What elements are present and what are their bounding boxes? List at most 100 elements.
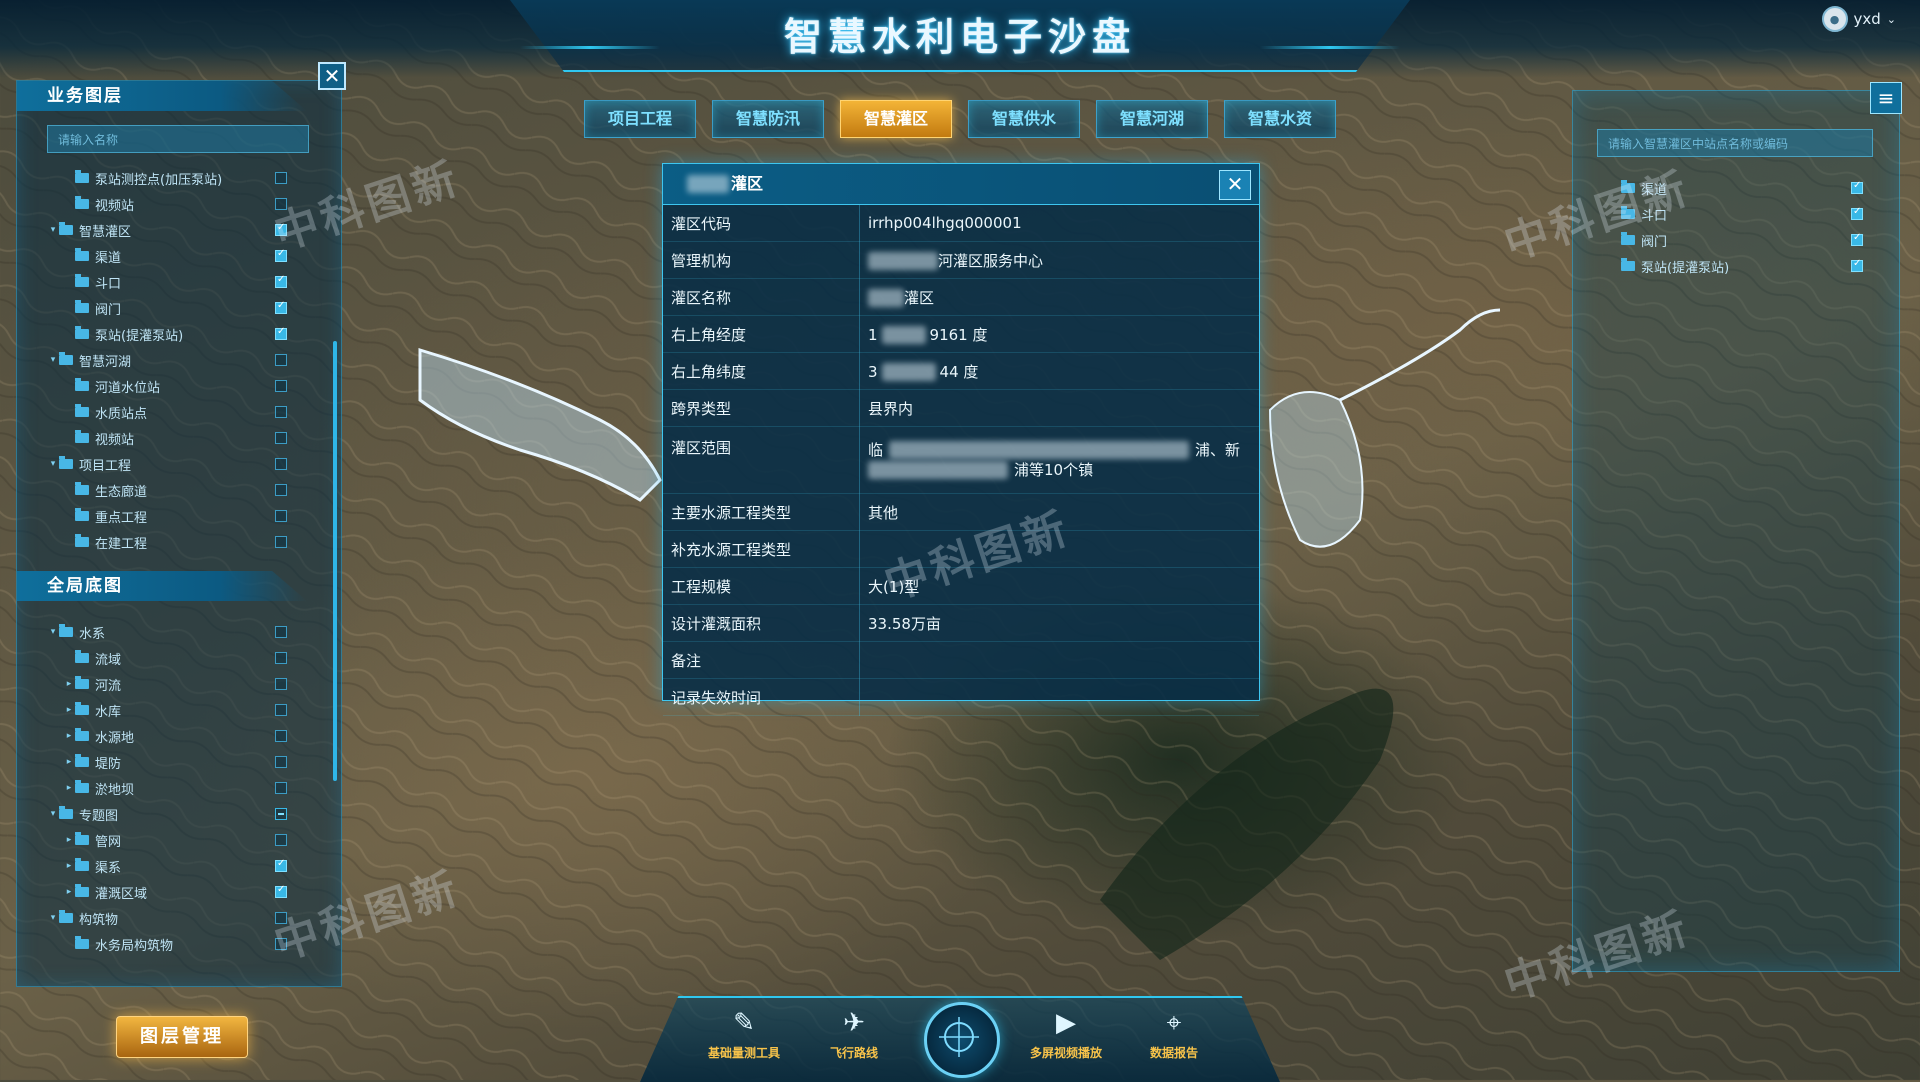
layer-checkbox[interactable] [275, 858, 287, 872]
layer-checkbox[interactable] [275, 354, 287, 366]
caret-down-icon[interactable]: ▾ [47, 809, 59, 819]
caret-right-icon[interactable]: ▸ [63, 705, 75, 715]
table-row: 跨界类型 县界内 [663, 389, 1259, 427]
layer-checkbox[interactable] [275, 274, 287, 288]
layer-checkbox[interactable] [275, 652, 287, 664]
caret-down-icon[interactable]: ▾ [47, 459, 59, 469]
layer-search-input[interactable]: 请输入名称 [47, 125, 309, 153]
layer-checkbox[interactable] [275, 458, 287, 470]
data-report-button[interactable]: ⌖ 数据报告 [1124, 1006, 1224, 1061]
layer-checkbox[interactable] [275, 704, 287, 716]
tab-irrigation[interactable]: 智慧灌区 [840, 100, 952, 138]
layer-checkbox[interactable] [275, 510, 287, 522]
popup-title: 灌区 [731, 174, 764, 193]
tree-item[interactable]: ▸ 淤地坝 [17, 775, 317, 801]
caret-down-icon[interactable]: ▾ [47, 627, 59, 637]
tree-item[interactable]: 重点工程 [17, 503, 317, 529]
redacted-text [868, 461, 1008, 479]
tool-label: 飞行路线 [829, 1046, 878, 1060]
folder-icon [59, 624, 73, 637]
tree-item[interactable]: 阀门 [17, 295, 317, 321]
layer-checkbox[interactable] [1851, 180, 1863, 194]
tree-item[interactable]: ▸ 水库 [17, 697, 317, 723]
tree-item[interactable]: 水质站点 [17, 399, 317, 425]
caret-right-icon[interactable]: ▸ [63, 783, 75, 793]
tree-item[interactable]: 生态廊道 [17, 477, 317, 503]
layer-checkbox[interactable] [275, 484, 287, 496]
close-left-panel-button[interactable]: ✕ [318, 62, 346, 90]
caret-right-icon[interactable]: ▸ [63, 679, 75, 689]
layer-checkbox[interactable] [275, 782, 287, 794]
caret-right-icon[interactable]: ▸ [63, 861, 75, 871]
layer-checkbox[interactable] [275, 678, 287, 690]
layer-checkbox[interactable] [275, 380, 287, 392]
layer-checkbox[interactable] [1851, 258, 1863, 272]
tree-item[interactable]: 视频站 [17, 425, 317, 451]
folder-icon [75, 508, 89, 521]
tree-item[interactable]: ▸ 河流 [17, 671, 317, 697]
tab-project[interactable]: 项目工程 [584, 100, 696, 138]
tree-item[interactable]: ▾ 智慧河湖 [17, 347, 317, 373]
tab-rivers[interactable]: 智慧河湖 [1096, 100, 1208, 138]
layer-checkbox[interactable] [275, 756, 287, 768]
tree-item[interactable]: ▾ 专题图 [17, 801, 317, 827]
tree-item[interactable]: ▸ 水源地 [17, 723, 317, 749]
tree-item[interactable]: ▸ 管网 [17, 827, 317, 853]
video-play-button[interactable]: ▶ 多屏视频播放 [1016, 1006, 1116, 1061]
layer-checkbox[interactable] [275, 834, 287, 846]
layer-checkbox[interactable] [275, 432, 287, 444]
layer-checkbox[interactable] [275, 536, 287, 548]
tree-item[interactable]: 泵站(提灌泵站) [1593, 253, 1893, 279]
folder-icon [75, 780, 89, 793]
layer-checkbox[interactable] [275, 326, 287, 340]
avatar-icon: ● [1821, 6, 1848, 32]
tree-item[interactable]: ▸ 堤防 [17, 749, 317, 775]
tree-item[interactable]: 在建工程 [17, 529, 317, 555]
menu-icon[interactable]: ≡ [1870, 82, 1902, 114]
layer-checkbox[interactable] [275, 626, 287, 638]
measure-tool-button[interactable]: ✎ 基础量测工具 [694, 1006, 794, 1061]
layer-checkbox[interactable] [275, 808, 287, 820]
caret-right-icon[interactable]: ▸ [63, 757, 75, 767]
tab-water-supply[interactable]: 智慧供水 [968, 100, 1080, 138]
caret-right-icon[interactable]: ▸ [63, 835, 75, 845]
caret-down-icon[interactable]: ▾ [47, 913, 59, 923]
caret-right-icon[interactable]: ▸ [63, 887, 75, 897]
tree-item[interactable]: ▸ 灌溉区域 [17, 879, 317, 905]
layer-checkbox[interactable] [275, 884, 287, 898]
caret-right-icon[interactable]: ▸ [63, 731, 75, 741]
tab-water-resources[interactable]: 智慧水资 [1224, 100, 1336, 138]
tree-item[interactable]: ▾ 项目工程 [17, 451, 317, 477]
compass-navigator[interactable] [924, 1002, 1000, 1078]
tree-item[interactable]: 流域 [17, 645, 317, 671]
caret-down-icon[interactable]: ▾ [47, 355, 59, 365]
tree-item[interactable]: ▸ 渠系 [17, 853, 317, 879]
attr-value-text: 44 度 [939, 362, 979, 381]
layer-checkbox[interactable] [275, 172, 287, 184]
folder-icon [75, 884, 89, 897]
station-search-input[interactable]: 请输入智慧灌区中站点名称或编码 [1597, 129, 1873, 157]
airplane-icon: ✈ [843, 1008, 865, 1038]
tree-item[interactable]: 泵站测控点(加压泵站) [17, 165, 317, 191]
tree-item[interactable]: 泵站(提灌泵站) [17, 321, 317, 347]
close-popup-button[interactable]: ✕ [1219, 170, 1251, 200]
tab-flood[interactable]: 智慧防汛 [712, 100, 824, 138]
scrollbar-thumb[interactable] [333, 341, 337, 781]
compass-icon [939, 1017, 979, 1057]
layer-manage-button[interactable]: 图层管理 [116, 1016, 248, 1058]
layer-checkbox[interactable] [275, 300, 287, 314]
folder-icon [75, 300, 89, 313]
table-row: 灌区代码 irrhp004lhgq000001 [663, 205, 1259, 242]
layer-checkbox[interactable] [275, 730, 287, 742]
tree-item[interactable]: 斗口 [17, 269, 317, 295]
flight-route-button[interactable]: ✈ 飞行路线 [804, 1006, 904, 1061]
layer-checkbox[interactable] [275, 406, 287, 418]
tree-item[interactable]: ▾ 水系 [17, 619, 317, 645]
layer-checkbox[interactable] [1851, 206, 1863, 220]
layer-checkbox[interactable] [1851, 232, 1863, 246]
caret-down-icon[interactable]: ▾ [47, 225, 59, 235]
tree-item[interactable]: 河道水位站 [17, 373, 317, 399]
redacted-text [868, 289, 904, 307]
user-menu[interactable]: ● yxd ⌄ [1821, 6, 1896, 32]
tree-item[interactable]: 渠道 [17, 243, 317, 269]
